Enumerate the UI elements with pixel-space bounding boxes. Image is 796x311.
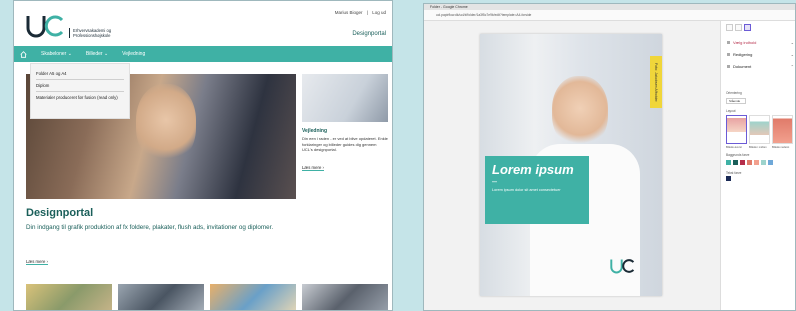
person-face xyxy=(552,76,608,148)
chevron-down-icon: ⌄ xyxy=(67,51,72,57)
lorem-dash: – xyxy=(492,176,498,186)
window-title: Folder - Google Chrome xyxy=(430,5,468,9)
text-color-swatch[interactable] xyxy=(726,176,731,181)
layout-caption-2: Billede i midten xyxy=(749,146,767,149)
thumbnail-3[interactable] xyxy=(210,284,296,310)
color-swatch[interactable] xyxy=(726,160,731,165)
section-vaelg-indhold[interactable]: Vælg indhold xyxy=(727,40,756,45)
user-separator: | xyxy=(366,10,368,15)
guide-title: Vejledning xyxy=(302,128,328,134)
nav-item-vejledning[interactable]: Vejledning xyxy=(122,51,145,57)
ucl-coat-logo xyxy=(610,259,635,274)
orientation-select[interactable]: Stående xyxy=(726,98,746,104)
page-title: Designportal xyxy=(26,207,94,219)
layout-caption-3: Billede nederst xyxy=(772,146,790,149)
nav-item-skabeloner[interactable]: Skabeloner ⌄ xyxy=(41,51,72,57)
chevron-down-icon: ⌄ xyxy=(103,51,109,57)
read-more-label: Læs mere xyxy=(26,259,46,264)
dropdown-item-diplom[interactable]: Diplom xyxy=(36,80,124,92)
institution-name: Erhvervsakademi og Professionshøjskole xyxy=(69,28,111,38)
lorem-body[interactable]: Lorem ipsum dolor sit amet consectetuer xyxy=(492,188,582,193)
ucl-logo xyxy=(26,15,64,38)
chevron-icon[interactable]: ⌄ xyxy=(791,52,794,57)
arrow-right-icon: › xyxy=(322,165,324,170)
color-swatch[interactable] xyxy=(768,160,773,165)
background-colors-label: Baggrunds farve xyxy=(726,153,750,157)
read-more-link[interactable]: Læs mere › xyxy=(26,259,48,265)
document-preview[interactable]: Foto: Jakobsen Afholder Lorem ipsum – Lo… xyxy=(480,34,662,296)
section-dokument[interactable]: Dokument xyxy=(727,64,751,69)
thumbnail-4[interactable] xyxy=(302,284,388,310)
editor-sidebar: Vælg indhold ⌄ Redigering ⌄ Dokument ⌃ O… xyxy=(720,21,795,310)
photo-credit-tag[interactable]: Foto: Jakobsen Afholder xyxy=(650,56,662,108)
guide-read-more-label: Læs mere xyxy=(302,165,322,170)
home-icon[interactable] xyxy=(20,50,27,58)
skabeloner-dropdown: Folder A5 og A4 Diplom Materialer produc… xyxy=(30,63,130,119)
color-swatch[interactable] xyxy=(754,160,759,165)
section-redigering[interactable]: Redigering xyxy=(727,52,752,57)
nav-skabeloner-label: Skabeloner xyxy=(41,51,67,57)
text-color-label: Tekst farve xyxy=(726,171,742,175)
arrow-right-icon: › xyxy=(46,259,48,264)
guide-text: Din een i raden - er ved at blive opdate… xyxy=(302,136,388,152)
nav-billeder-label: Billeder xyxy=(85,51,103,57)
color-swatch[interactable] xyxy=(747,160,752,165)
thumbnail-2[interactable] xyxy=(118,284,204,310)
user-bar: Marius Bioger | Log ud xyxy=(335,10,386,15)
dropdown-item-legacy[interactable]: Materialer produceret før fusion (read o… xyxy=(36,92,124,103)
chevron-icon[interactable]: ⌄ xyxy=(791,40,794,45)
designportal-window: Erhvervsakademi og Professionshøjskole M… xyxy=(13,0,393,311)
color-swatch[interactable] xyxy=(733,160,738,165)
logout-link[interactable]: Log ud xyxy=(372,10,386,15)
redo-icon[interactable] xyxy=(735,24,742,31)
editor-window: Folder - Google Chrome ucl.papirflow.dk/… xyxy=(423,3,796,311)
guide-read-more-link[interactable]: Læs mere › xyxy=(302,165,324,171)
site-header: Erhvervsakademi og Professionshøjskole M… xyxy=(14,1,392,45)
settings-icon[interactable] xyxy=(744,24,751,31)
layout-label: Layout xyxy=(726,109,736,113)
guide-image[interactable] xyxy=(302,74,388,122)
color-swatch[interactable] xyxy=(761,160,766,165)
address-bar[interactable]: ucl.papirflow.dk/ucl/#/folder/1a3f5c7e9b… xyxy=(424,10,795,21)
dropdown-item-folder[interactable]: Folder A5 og A4 xyxy=(36,68,124,80)
institution-line-2: Professionshøjskole xyxy=(73,33,111,38)
orientation-label: Orientering xyxy=(726,91,742,95)
chevron-icon[interactable]: ⌃ xyxy=(791,64,794,69)
user-name[interactable]: Marius Bioger xyxy=(335,10,363,15)
main-nav: Skabeloner ⌄ Billeder ⌄ Vejledning xyxy=(14,46,392,62)
nav-item-billeder[interactable]: Billeder ⌄ xyxy=(86,51,108,57)
lorem-heading[interactable]: Lorem ipsum xyxy=(492,162,582,177)
layout-option-middle[interactable] xyxy=(749,115,770,144)
title-textbox[interactable]: Lorem ipsum – Lorem ipsum dolor sit amet… xyxy=(485,156,589,224)
thumbnail-1[interactable] xyxy=(26,284,112,310)
color-swatch[interactable] xyxy=(740,160,745,165)
layout-option-top[interactable] xyxy=(726,115,747,144)
page-subtitle: Din indgang til grafik produktion af fx … xyxy=(26,224,274,231)
undo-icon[interactable] xyxy=(726,24,733,31)
layout-caption-1: Billede øverst xyxy=(726,146,742,149)
url-text[interactable]: ucl.papirflow.dk/ucl/#/folder/1a3f5c7e9b… xyxy=(436,13,531,17)
portal-label: Designportal xyxy=(352,31,386,37)
layout-option-bottom[interactable] xyxy=(772,115,793,144)
